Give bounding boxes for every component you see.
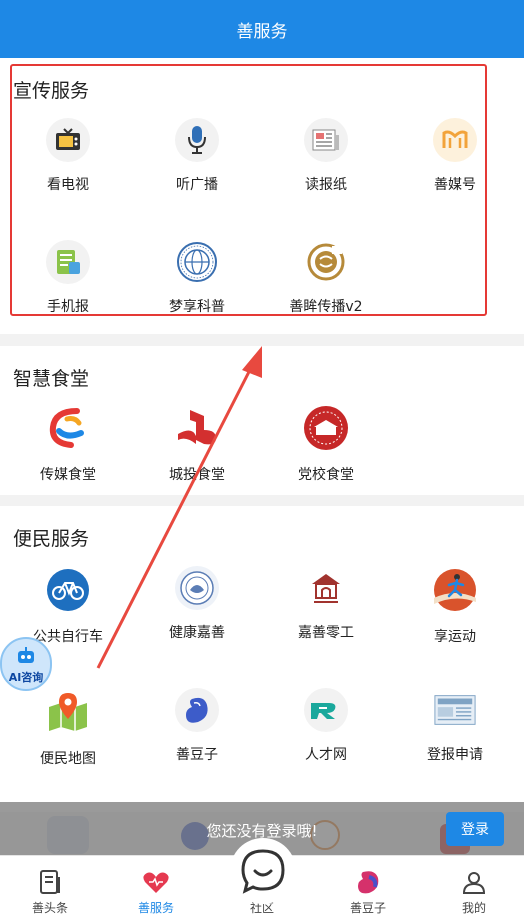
grid-item-watch-tv[interactable]: 看电视 <box>8 118 128 194</box>
science-globe-icon <box>175 240 219 284</box>
item-label: 善媒号 <box>434 177 476 193</box>
city-investment-logo-icon <box>173 404 221 452</box>
item-label: 人才网 <box>305 747 347 763</box>
odd-jobs-icon <box>304 566 348 610</box>
newspaper-icon <box>304 118 348 162</box>
item-label: 手机报 <box>47 299 89 315</box>
user-icon <box>462 872 486 894</box>
document-icon <box>40 870 60 894</box>
shanmei-logo-icon <box>433 118 477 162</box>
grid-item-news-apply[interactable]: 登报申请 <box>395 688 515 764</box>
section-publicity: 宣传服务 看电视 听广播 读报纸 善媒号 手机报 梦享科普 善眸传播v2 <box>0 58 524 334</box>
grid-item-shanmei[interactable]: 善媒号 <box>395 118 515 194</box>
item-label: 善豆子 <box>176 747 218 763</box>
item-label: 登报申请 <box>427 747 483 763</box>
item-label: 便民地图 <box>40 751 96 767</box>
service-page: 善服务 宣传服务 看电视 听广播 读报纸 善媒号 手机报 梦享科普 善眸传播v2… <box>0 0 524 921</box>
tab-mine[interactable]: 我的 <box>434 856 514 921</box>
item-label: 享运动 <box>434 629 476 645</box>
bean-icon <box>175 688 219 732</box>
talent-network-icon <box>304 688 348 732</box>
grid-item-shanmou[interactable]: 善眸传播v2 <box>266 240 386 316</box>
tab-label: 善服务 <box>137 901 174 915</box>
ai-consult-button[interactable]: AI咨询 <box>0 637 52 691</box>
community-center-button[interactable] <box>230 838 296 904</box>
section-title: 宣传服务 <box>13 80 90 102</box>
health-emblem-icon <box>175 566 219 610</box>
item-label: 梦享科普 <box>169 299 225 315</box>
section-title: 智慧食堂 <box>13 368 90 390</box>
page-title: 善服务 <box>236 21 288 42</box>
tab-bean[interactable]: 善豆子 <box>328 856 408 921</box>
map-pin-icon <box>44 688 92 736</box>
bean-icon <box>358 871 379 894</box>
section-convenience: 便民服务 公共自行车 健康嘉善 嘉善零工 享运动 便民地图 善豆子 人才网 登报… <box>0 506 524 812</box>
item-label: 嘉善零工 <box>298 625 354 641</box>
section-canteen: 智慧食堂 传媒食堂 城投食堂 党校食堂 <box>0 346 524 495</box>
tab-headlines[interactable]: 善头条 <box>10 856 90 921</box>
grid-item-public-bike[interactable]: 公共自行车 <box>8 566 128 646</box>
grid-item-map[interactable]: 便民地图 <box>8 688 128 768</box>
microphone-icon <box>175 118 219 162</box>
runner-icon <box>431 566 479 614</box>
chat-bubble-icon <box>241 849 285 894</box>
grid-item-talent[interactable]: 人才网 <box>266 688 386 764</box>
robot-icon <box>18 647 34 663</box>
grid-item-sports[interactable]: 享运动 <box>395 566 515 646</box>
mobile-newspaper-icon <box>46 240 90 284</box>
grid-item-science[interactable]: 梦享科普 <box>137 240 257 316</box>
login-button[interactable]: 登录 <box>446 812 504 846</box>
tab-label: 善豆子 <box>349 901 386 915</box>
tab-label: 善头条 <box>31 901 68 915</box>
section-title: 便民服务 <box>13 528 90 550</box>
grid-item-city-canteen[interactable]: 城投食堂 <box>137 404 257 484</box>
ai-consult-label: AI咨询 <box>8 671 44 684</box>
seal-stamp-icon <box>304 240 348 284</box>
item-label: 传媒食堂 <box>40 467 96 483</box>
news-application-icon <box>433 688 477 732</box>
item-label: 看电视 <box>47 177 89 193</box>
heart-icon <box>143 872 169 893</box>
tv-icon <box>46 118 90 162</box>
item-label: 健康嘉善 <box>169 625 225 641</box>
tab-services[interactable]: 善服务 <box>116 856 196 921</box>
item-label: 听广播 <box>176 177 218 193</box>
bicycle-icon <box>44 566 92 614</box>
media-canteen-logo-icon <box>44 404 92 452</box>
item-label: 党校食堂 <box>298 467 354 483</box>
grid-item-party-canteen[interactable]: 党校食堂 <box>266 404 386 484</box>
top-bar: 善服务 <box>0 0 524 58</box>
grid-item-media-canteen[interactable]: 传媒食堂 <box>8 404 128 484</box>
tab-label: 我的 <box>461 901 486 915</box>
grid-item-newspaper[interactable]: 读报纸 <box>266 118 386 194</box>
grid-item-mobile-paper[interactable]: 手机报 <box>8 240 128 316</box>
grid-item-bean[interactable]: 善豆子 <box>137 688 257 764</box>
grid-item-odd-jobs[interactable]: 嘉善零工 <box>266 566 386 642</box>
item-label: 城投食堂 <box>169 467 225 483</box>
grid-item-health[interactable]: 健康嘉善 <box>137 566 257 642</box>
item-label: 善眸传播v2 <box>289 299 363 315</box>
party-school-logo-icon <box>302 404 350 452</box>
grid-item-radio[interactable]: 听广播 <box>137 118 257 194</box>
item-label: 读报纸 <box>305 177 347 193</box>
